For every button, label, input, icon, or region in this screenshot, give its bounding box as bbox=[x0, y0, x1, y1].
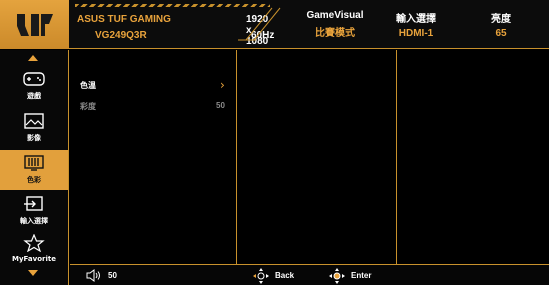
tuf-logo bbox=[0, 0, 69, 49]
sidebar-item-gaming[interactable]: 遊戲 bbox=[0, 70, 68, 106]
gamepad-icon bbox=[23, 72, 45, 86]
header-slash-deco bbox=[238, 7, 281, 41]
input-title: 輸入選擇 bbox=[396, 14, 436, 25]
star-icon bbox=[23, 234, 45, 252]
input-value: HDMI-1 bbox=[398, 28, 434, 39]
osd-header: ASUS TUF GAMING VG249Q3R 1920 x 1080 60H… bbox=[0, 0, 549, 49]
sidebar-label-input: 輸入選擇 bbox=[20, 217, 48, 225]
menu-item-saturation[interactable]: 彩度 bbox=[80, 101, 96, 112]
sidebar-item-myfavorite[interactable]: MyFavorite bbox=[0, 234, 68, 270]
joystick-enter-icon bbox=[329, 268, 345, 284]
model-code: VG249Q3R bbox=[95, 30, 147, 41]
column-divider bbox=[396, 50, 397, 264]
header-input: 輸入選擇 HDMI-1 bbox=[386, 10, 446, 39]
sidebar-down-arrow-icon[interactable] bbox=[28, 270, 38, 276]
volume-icon bbox=[86, 269, 100, 282]
input-select-icon bbox=[24, 196, 43, 211]
enter-label: Enter bbox=[351, 271, 372, 280]
volume-value: 50 bbox=[108, 271, 117, 280]
column-divider bbox=[236, 50, 237, 264]
sidebar-label-color: 色彩 bbox=[27, 176, 41, 184]
sidebar-item-image[interactable]: 影像 bbox=[0, 112, 68, 148]
tuf-logo-icon bbox=[16, 13, 53, 36]
model-name: ASUS TUF GAMING bbox=[77, 14, 171, 25]
sidebar-item-color[interactable]: 色彩 bbox=[0, 150, 68, 190]
sidebar-label-image: 影像 bbox=[27, 134, 41, 142]
osd-footer: 50 Back Enter bbox=[70, 264, 549, 285]
joystick-back-icon bbox=[253, 268, 269, 284]
header-gamevisual: GameVisual 比賽模式 bbox=[290, 10, 380, 39]
chevron-right-icon: › bbox=[220, 78, 225, 92]
gamevisual-value: 比賽模式 bbox=[315, 28, 355, 39]
sidebar-up-arrow-icon[interactable] bbox=[28, 55, 38, 61]
sidebar-label-myfavorite: MyFavorite bbox=[12, 255, 56, 263]
image-icon bbox=[24, 113, 44, 129]
sidebar-item-input[interactable]: 輸入選擇 bbox=[0, 195, 68, 231]
menu-item-color-temp[interactable]: 色溫 bbox=[80, 80, 96, 91]
osd-sidebar: 遊戲 影像 色彩 輸入選擇 MyFavorite bbox=[0, 50, 69, 285]
header-brightness: 亮度 65 bbox=[476, 10, 526, 39]
sidebar-label-gaming: 遊戲 bbox=[27, 92, 41, 100]
brightness-value: 65 bbox=[495, 28, 507, 39]
osd-main-panel: 色溫 › 彩度 50 bbox=[70, 50, 549, 264]
back-label: Back bbox=[275, 271, 295, 280]
brightness-title: 亮度 bbox=[491, 14, 511, 25]
gamevisual-title: GameVisual bbox=[306, 10, 364, 21]
color-icon bbox=[24, 155, 44, 171]
saturation-value: 50 bbox=[216, 101, 225, 110]
